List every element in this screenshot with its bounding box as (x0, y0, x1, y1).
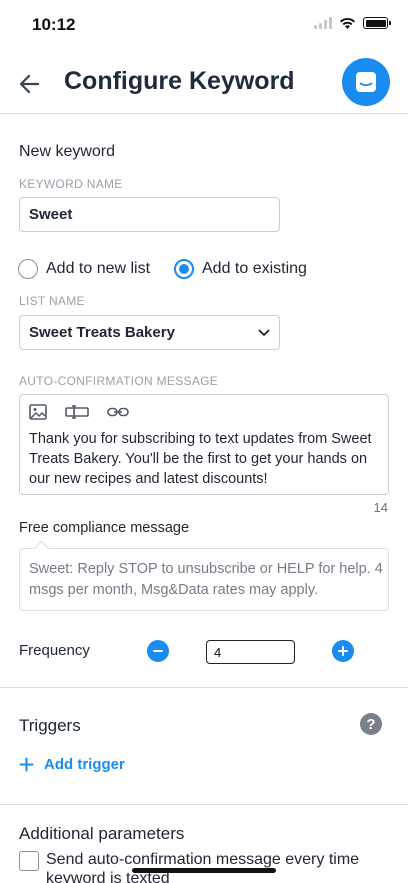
radio-add-existing-indicator[interactable] (174, 259, 194, 279)
status-bar: 10:12 (0, 0, 408, 50)
additional-parameters-section: Additional parameters Send auto-confirma… (0, 822, 408, 883)
back-button[interactable] (16, 70, 44, 98)
frequency-increment-button[interactable] (332, 640, 354, 662)
plus-icon (338, 646, 348, 656)
plus-icon (19, 757, 34, 772)
list-name-value: Sweet Treats Bakery (29, 324, 175, 341)
auto-confirmation-editor[interactable]: Thank you for subscribing to text update… (19, 394, 389, 495)
help-icon[interactable]: ? (360, 713, 382, 735)
add-trigger-label: Add trigger (44, 756, 125, 773)
battery-icon (363, 17, 391, 29)
status-icons (314, 17, 391, 29)
keyword-name-input[interactable]: Sweet (19, 197, 280, 232)
compliance-message-box: Sweet: Reply STOP to unsubscribe or HELP… (19, 540, 389, 611)
chevron-down-icon (258, 329, 270, 336)
additional-parameters-heading: Additional parameters (19, 824, 185, 843)
resend-checkbox[interactable] (19, 851, 39, 871)
cellular-signal-icon (314, 17, 332, 29)
status-time: 10:12 (32, 15, 76, 34)
chat-button[interactable] (342, 58, 390, 106)
divider (0, 687, 408, 688)
new-keyword-heading: New keyword (19, 143, 116, 160)
resend-checkbox-label: Send auto-confirmation message every tim… (46, 851, 360, 883)
text-field-icon[interactable] (65, 405, 89, 419)
character-count: 14 (373, 500, 388, 515)
list-name-label: LIST NAME (19, 294, 85, 308)
chat-icon (356, 72, 376, 92)
page-title: Configure Keyword (64, 67, 295, 95)
frequency-row: Frequency 4 (0, 636, 408, 668)
keyword-name-label: KEYWORD NAME (19, 177, 123, 191)
callout-pointer (33, 540, 50, 557)
frequency-decrement-button[interactable] (147, 640, 169, 662)
divider (0, 804, 408, 805)
home-indicator (132, 868, 276, 873)
frequency-input[interactable]: 4 (206, 640, 295, 664)
radio-add-existing[interactable]: Add to existing (174, 259, 307, 279)
radio-add-new-label: Add to new list (46, 260, 151, 277)
compliance-heading: Free compliance message (19, 520, 190, 536)
back-arrow-icon (19, 74, 40, 94)
radio-add-new-indicator[interactable] (18, 259, 38, 279)
image-icon[interactable] (29, 404, 47, 420)
list-name-select[interactable]: Sweet Treats Bakery (19, 315, 280, 350)
radio-add-new[interactable]: Add to new list (18, 259, 150, 279)
compliance-message: Sweet: Reply STOP to unsubscribe or HELP… (29, 561, 383, 598)
app-header: Configure Keyword (0, 50, 408, 114)
keyword-name-value: Sweet (29, 206, 73, 223)
auto-confirmation-message: Thank you for subscribing to text update… (29, 431, 372, 487)
minus-icon (153, 650, 163, 652)
auto-confirmation-label: AUTO-CONFIRMATION MESSAGE (19, 374, 219, 388)
wifi-icon (340, 17, 355, 29)
frequency-label: Frequency (19, 642, 90, 659)
radio-add-existing-label: Add to existing (202, 260, 307, 277)
link-icon[interactable] (107, 405, 129, 419)
add-trigger-button[interactable]: Add trigger (19, 756, 125, 773)
editor-toolbar (29, 404, 129, 420)
triggers-section: Triggers ? Add trigger (0, 710, 408, 790)
triggers-heading: Triggers (19, 716, 81, 735)
